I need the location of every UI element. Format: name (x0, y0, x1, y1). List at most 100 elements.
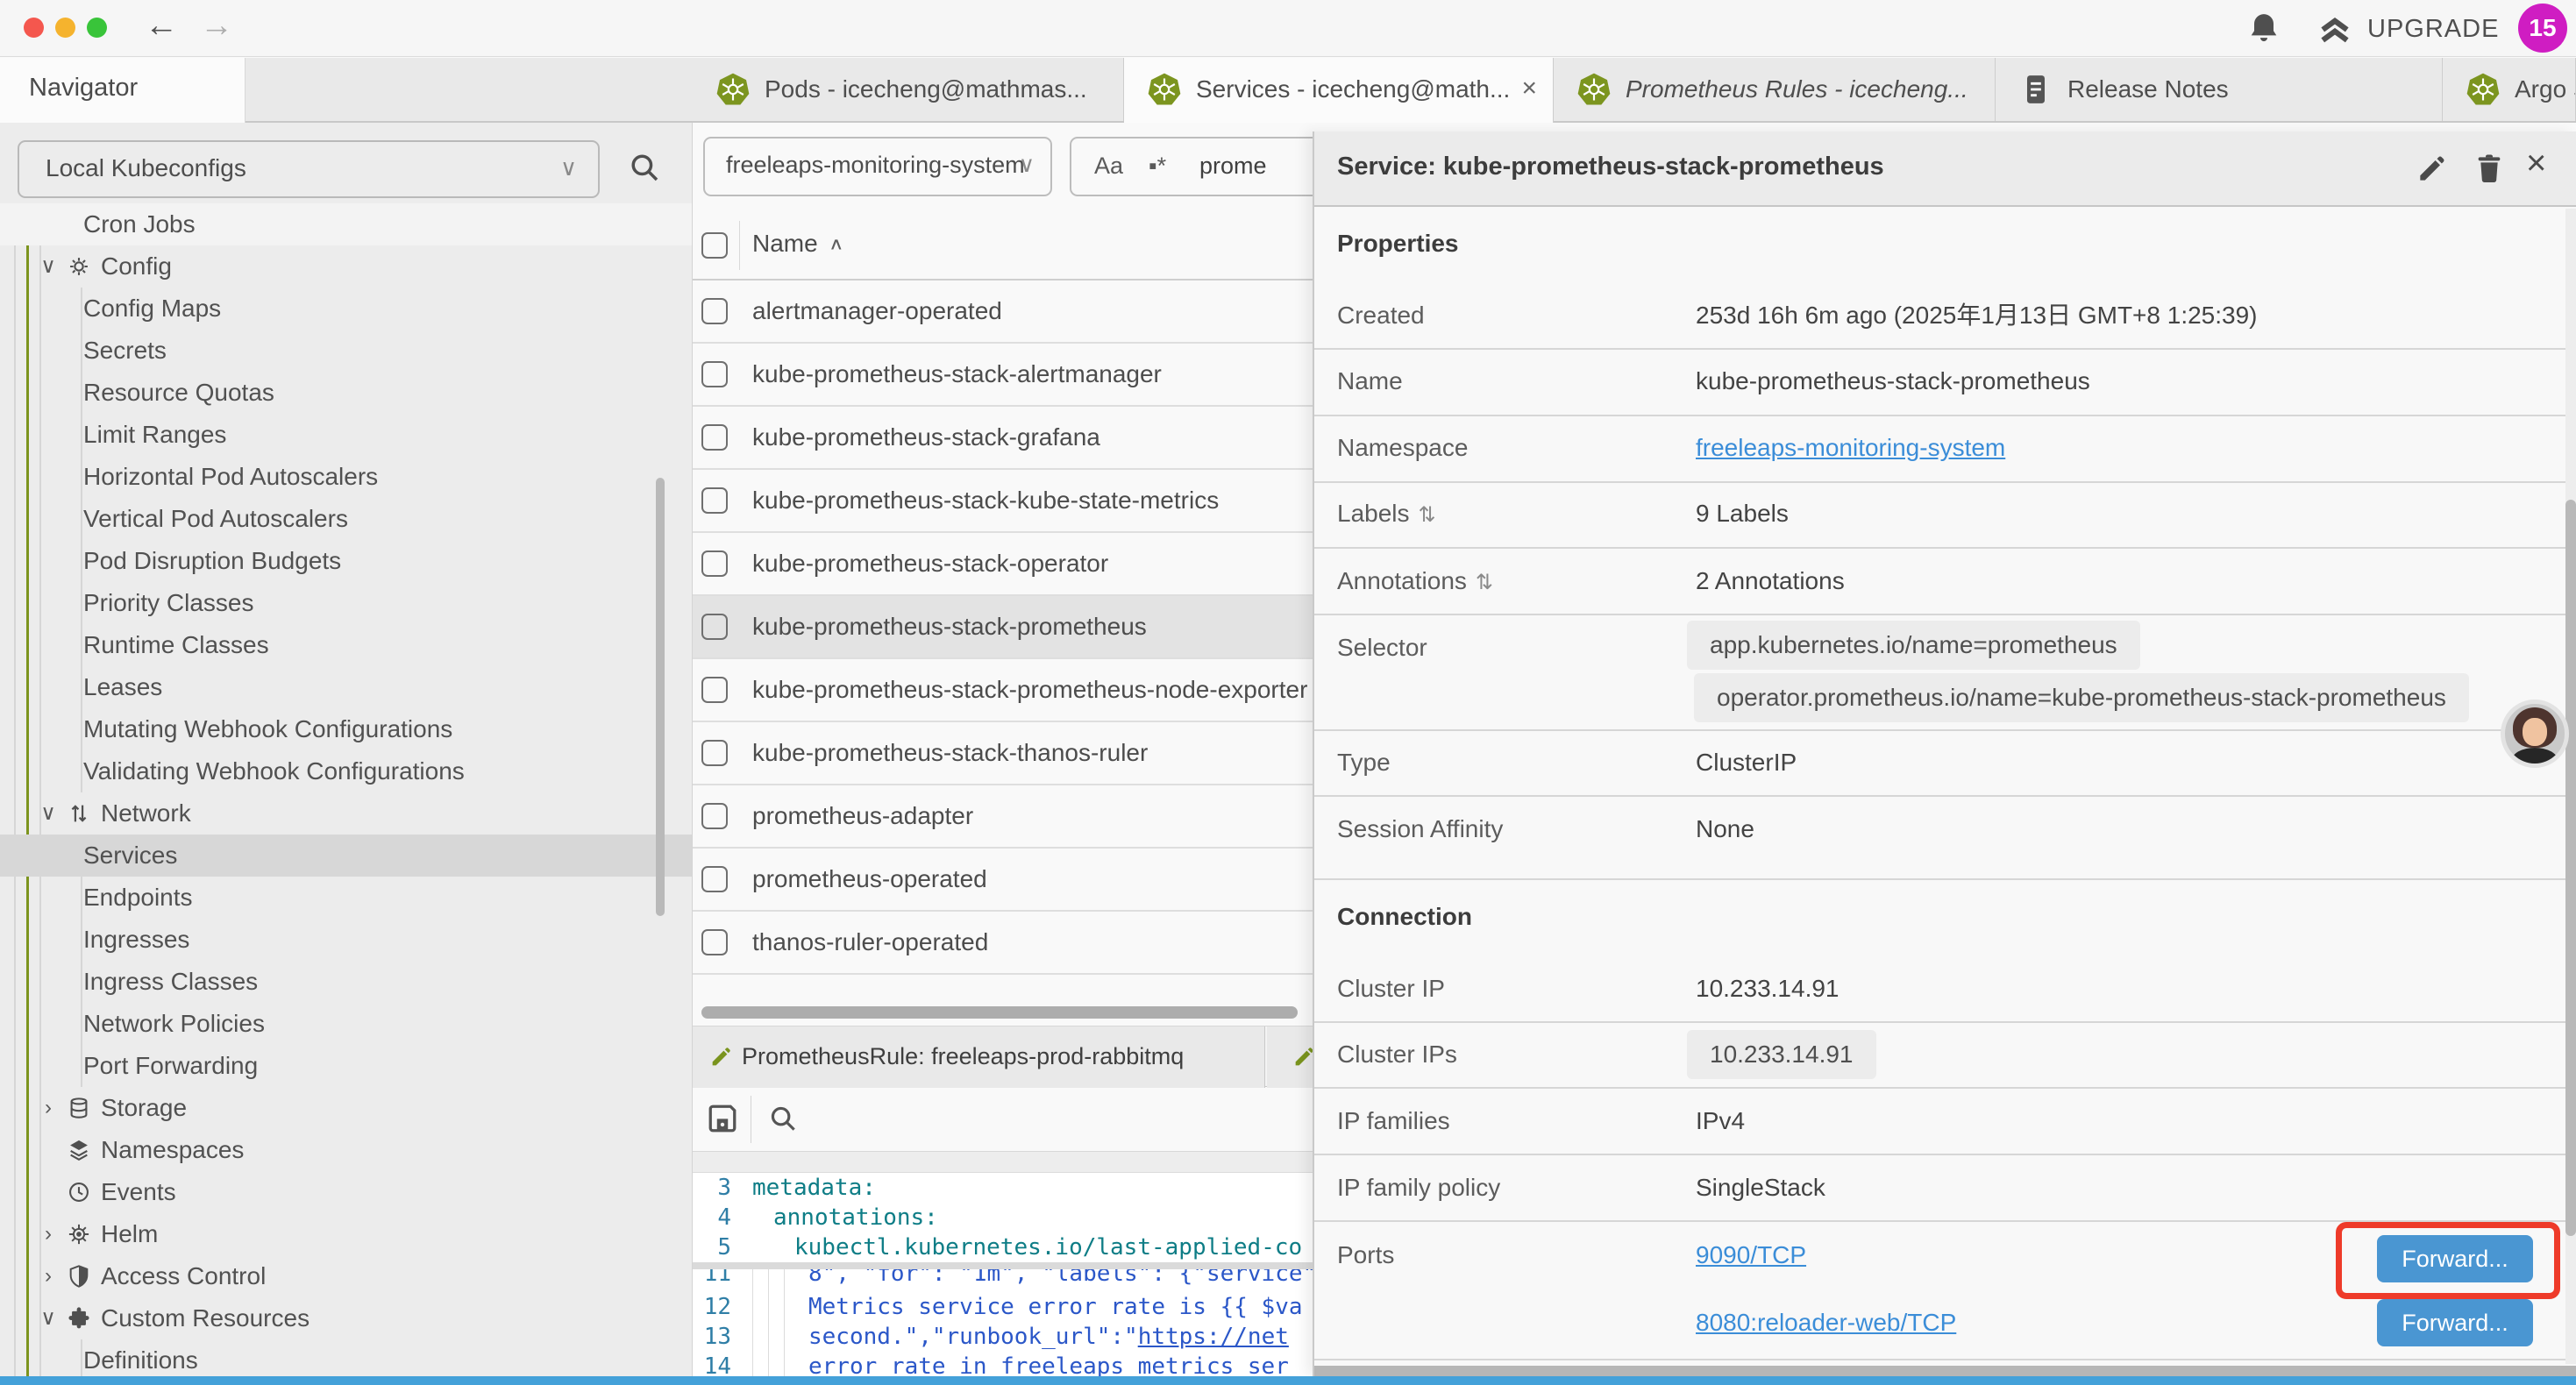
sidebar-item[interactable]: Ingress Classes (0, 961, 692, 1003)
sidebar-item[interactable]: ∨ Network (0, 792, 692, 835)
annotations-label[interactable]: Annotations⇅ (1337, 557, 1493, 607)
name-filter-input[interactable]: Aa ▪* prome (1070, 137, 1313, 196)
row-checkbox[interactable] (701, 866, 728, 892)
table-horizontal-scrollbar[interactable] (701, 1006, 1298, 1019)
user-avatar[interactable] (2501, 700, 2569, 768)
row-checkbox[interactable] (701, 424, 728, 451)
select-all-checkbox[interactable] (701, 232, 728, 259)
sidebar-item[interactable]: Ingresses (0, 919, 692, 961)
editor-line[interactable]: 14 error rate in freeleaps metrics ser (693, 1352, 1313, 1376)
sidebar-item[interactable]: Cron Jobs (0, 203, 692, 245)
row-checkbox[interactable] (701, 550, 728, 577)
row-checkbox[interactable] (701, 803, 728, 829)
editor-line[interactable]: 12 Metrics service error rate is {{ $va (693, 1292, 1313, 1322)
sidebar-item[interactable]: Namespaces (0, 1129, 692, 1171)
sidebar-item[interactable]: Mutating Webhook Configurations (0, 708, 692, 750)
sidebar-item[interactable]: ∨ Custom Resources (0, 1297, 692, 1339)
zoom-window-button[interactable] (87, 18, 107, 38)
row-checkbox[interactable] (701, 740, 728, 766)
chevron-icon[interactable]: ∨ (35, 792, 61, 835)
sidebar-search-icon[interactable] (626, 149, 663, 186)
chevron-icon[interactable]: › (35, 1255, 61, 1297)
save-icon[interactable] (703, 1099, 742, 1138)
table-row[interactable]: alertmanager-operated (693, 281, 1313, 344)
chevron-icon[interactable]: ∨ (35, 1297, 61, 1339)
forward-arrow-icon[interactable]: → (200, 7, 233, 45)
upgrade-chevrons-icon[interactable] (2315, 10, 2355, 48)
edit-pencil-icon[interactable] (2415, 153, 2448, 186)
editor-tab-next[interactable] (1267, 1026, 1313, 1088)
tab[interactable]: Pods - icecheng@mathmas... (693, 58, 1124, 121)
selector-chip[interactable]: operator.prometheus.io/name=kube-prometh… (1694, 673, 2469, 722)
table-row[interactable]: thanos-ruler-operated (693, 912, 1313, 975)
editor-line[interactable]: 4 annotations: (693, 1203, 1313, 1232)
tab-navigator[interactable]: Navigator (0, 58, 246, 123)
editor-line[interactable]: 5 kubectl.kubernetes.io/last-applied-co (693, 1232, 1313, 1262)
row-checkbox[interactable] (701, 614, 728, 640)
table-row[interactable]: kube-prometheus-stack-grafana (693, 407, 1313, 470)
panel-horizontal-scrollbar[interactable] (1314, 1366, 2576, 1376)
table-row[interactable]: kube-prometheus-stack-alertmanager (693, 344, 1313, 407)
sidebar-item[interactable]: ∨ Config (0, 245, 692, 288)
namespace-link[interactable]: freeleaps-monitoring-system (1696, 423, 2005, 472)
sort-updown-icon[interactable]: ⇅ (1476, 571, 1493, 594)
sidebar-item[interactable]: Pod Disruption Budgets (0, 540, 692, 582)
sidebar-item[interactable]: Endpoints (0, 877, 692, 919)
chevron-icon[interactable]: › (35, 1087, 61, 1129)
table-row[interactable]: kube-prometheus-stack-operator (693, 533, 1313, 596)
delete-trash-icon[interactable] (2472, 151, 2507, 186)
sidebar-item[interactable]: Definitions (0, 1339, 692, 1376)
tab[interactable]: Prometheus Rules - icecheng... (1554, 58, 1996, 121)
chevron-icon[interactable]: › (35, 1213, 61, 1255)
notifications-bell-icon[interactable] (2245, 10, 2283, 48)
sidebar-item[interactable]: Events (0, 1171, 692, 1213)
sidebar-item[interactable]: Services (0, 835, 692, 877)
labels-value[interactable]: 9 Labels (1696, 489, 1789, 538)
sidebar-item[interactable]: Horizontal Pod Autoscalers (0, 456, 692, 498)
close-icon[interactable]: × (1521, 74, 1537, 103)
sidebar-item[interactable]: Runtime Classes (0, 624, 692, 666)
labels-label[interactable]: Labels⇅ (1337, 489, 1436, 540)
sidebar-item[interactable]: Resource Quotas (0, 372, 692, 414)
sidebar-item[interactable]: Priority Classes (0, 582, 692, 624)
sidebar-item[interactable]: › Helm (0, 1213, 692, 1255)
filter-value[interactable]: prome (1199, 153, 1267, 180)
sidebar-item[interactable]: Validating Webhook Configurations (0, 750, 692, 792)
editor-tab-prometheusrule[interactable]: PrometheusRule: freeleaps-prod-rabbitmq (693, 1026, 1265, 1088)
panel-vertical-scrollbar[interactable] (2565, 500, 2576, 1236)
sidebar-item[interactable]: › Access Control (0, 1255, 692, 1297)
table-row[interactable]: kube-prometheus-stack-prometheus-node-ex… (693, 659, 1313, 722)
close-window-button[interactable] (24, 18, 44, 38)
tab[interactable]: Services - icecheng@math... × (1124, 58, 1554, 123)
sidebar-item[interactable]: Port Forwarding (0, 1045, 692, 1087)
row-checkbox[interactable] (701, 677, 728, 703)
regex-icon[interactable]: ▪* (1149, 153, 1166, 180)
port-link[interactable]: 9090/TCP (1696, 1231, 1806, 1280)
row-checkbox[interactable] (701, 929, 728, 955)
match-case-icon[interactable]: Aa (1094, 153, 1123, 180)
sidebar-item[interactable]: › Storage (0, 1087, 692, 1129)
editor-line[interactable]: 13 second.","runbook_url":"https://net (693, 1322, 1313, 1352)
sidebar-scrollbar[interactable] (656, 478, 665, 916)
tab[interactable]: Release Notes (1996, 58, 2443, 121)
sidebar-item[interactable]: Network Policies (0, 1003, 692, 1045)
row-checkbox[interactable] (701, 361, 728, 387)
upgrade-button[interactable]: UPGRADE (2367, 15, 2499, 44)
code-link[interactable]: https://net (1138, 1324, 1289, 1350)
name-column-header[interactable]: Name (752, 230, 818, 258)
namespace-dropdown[interactable]: freeleaps-monitoring-system ∨ (703, 137, 1052, 196)
notification-count-badge[interactable]: 15 (2518, 4, 2567, 53)
sort-updown-icon[interactable]: ⇅ (1419, 503, 1436, 527)
port-link[interactable]: 8080:reloader-web/TCP (1696, 1298, 1956, 1347)
sidebar-item[interactable]: Config Maps (0, 288, 692, 330)
annotations-value[interactable]: 2 Annotations (1696, 557, 1845, 606)
table-row[interactable]: kube-prometheus-stack-prometheus (693, 596, 1313, 659)
table-row[interactable]: prometheus-operated (693, 849, 1313, 912)
row-checkbox[interactable] (701, 298, 728, 324)
table-row[interactable]: kube-prometheus-stack-kube-state-metrics (693, 470, 1313, 533)
row-checkbox[interactable] (701, 487, 728, 514)
sidebar-item[interactable]: Secrets (0, 330, 692, 372)
sort-ascending-icon[interactable]: ∧ (829, 234, 844, 254)
forward-button[interactable]: Forward... (2377, 1299, 2533, 1346)
sidebar-item[interactable]: Leases (0, 666, 692, 708)
